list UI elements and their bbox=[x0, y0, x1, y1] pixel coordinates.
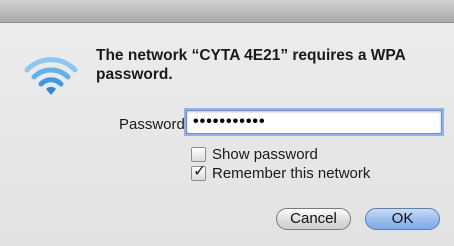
remember-network-checkbox[interactable]: ✓ bbox=[191, 162, 207, 181]
show-password-option[interactable]: Show password bbox=[191, 145, 318, 163]
ok-button[interactable]: OK bbox=[365, 208, 440, 230]
show-password-label: Show password bbox=[212, 145, 318, 163]
cancel-button[interactable]: Cancel bbox=[276, 208, 351, 230]
checkmark-icon: ✓ bbox=[193, 162, 207, 180]
remember-network-option[interactable]: ✓ Remember this network bbox=[191, 162, 371, 182]
password-value: ••••••••••• bbox=[193, 113, 266, 130]
dialog-message: The network “CYTA 4E21” requires a WPA p… bbox=[96, 47, 406, 83]
show-password-checkbox[interactable] bbox=[191, 146, 206, 162]
password-field[interactable]: ••••••••••• bbox=[186, 110, 442, 134]
password-label: Password: bbox=[119, 116, 190, 133]
wifi-icon bbox=[24, 57, 78, 95]
remember-network-label: Remember this network bbox=[212, 164, 371, 182]
window-title-bar[interactable] bbox=[0, 0, 454, 23]
